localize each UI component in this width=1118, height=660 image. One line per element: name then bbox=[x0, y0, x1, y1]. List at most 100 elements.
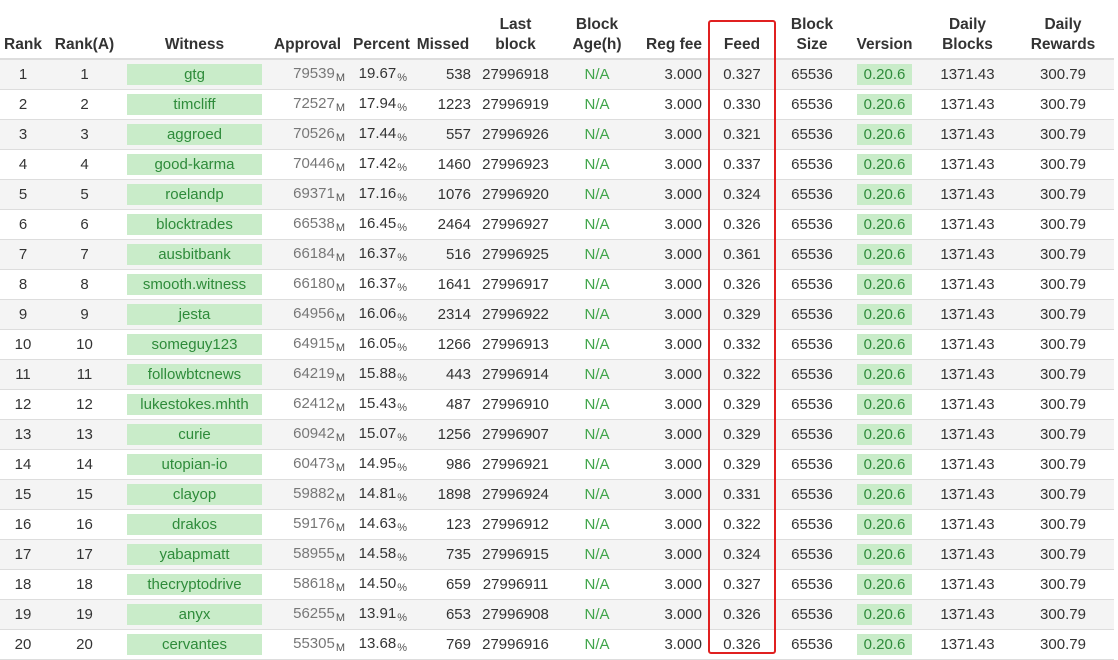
version-badge: 0.20.6 bbox=[856, 94, 913, 115]
percent-value: 15.88 bbox=[358, 365, 397, 382]
cell-version: 0.20.6 bbox=[846, 119, 923, 150]
witness-link[interactable]: anyx bbox=[127, 604, 262, 625]
witness-link[interactable]: blocktrades bbox=[127, 214, 262, 235]
percent-unit: % bbox=[397, 432, 407, 444]
cell-block-age: N/A bbox=[556, 569, 638, 600]
cell-approval: 60942M bbox=[266, 419, 349, 450]
witness-link[interactable]: followbtcnews bbox=[127, 364, 262, 385]
percent-value: 14.81 bbox=[358, 485, 397, 502]
cell-feed: 0.329 bbox=[706, 299, 778, 330]
col-header-daily-blocks[interactable]: Daily Blocks bbox=[923, 0, 1012, 60]
cell-rank: 9 bbox=[0, 299, 46, 330]
cell-block-size: 65536 bbox=[778, 569, 846, 600]
approval-value: 64956 bbox=[293, 305, 335, 322]
cell-block-age: N/A bbox=[556, 629, 638, 660]
table-row: 18 18 thecryptodrive 58618M 14.50% 659 2799691… bbox=[0, 569, 1114, 600]
cell-block-age: N/A bbox=[556, 119, 638, 150]
witness-link[interactable]: ausbitbank bbox=[127, 244, 262, 265]
table-row: 8 8 smooth.witness 66180M 16.37% 1641 27996917… bbox=[0, 269, 1114, 300]
witness-link[interactable]: someguy123 bbox=[127, 334, 262, 355]
witness-link[interactable]: good-karma bbox=[127, 154, 262, 175]
approval-unit: M bbox=[335, 612, 345, 624]
cell-rank: 20 bbox=[0, 629, 46, 660]
col-header-last-block[interactable]: Last block bbox=[475, 0, 556, 60]
witness-link[interactable]: aggroed bbox=[127, 124, 262, 145]
cell-missed: 557 bbox=[411, 119, 475, 150]
cell-rank: 14 bbox=[0, 449, 46, 480]
cell-block-size: 65536 bbox=[778, 299, 846, 330]
witness-link[interactable]: roelandp bbox=[127, 184, 262, 205]
cell-feed: 0.331 bbox=[706, 479, 778, 510]
percent-value: 14.58 bbox=[358, 545, 397, 562]
witness-link[interactable]: gtg bbox=[127, 64, 262, 85]
cell-percent: 16.06% bbox=[349, 299, 411, 330]
percent-value: 17.42 bbox=[358, 155, 397, 172]
percent-value: 15.07 bbox=[358, 425, 397, 442]
cell-approval: 69371M bbox=[266, 179, 349, 210]
version-badge: 0.20.6 bbox=[856, 454, 913, 475]
cell-missed: 1076 bbox=[411, 179, 475, 210]
witness-link[interactable]: lukestokes.mhth bbox=[127, 394, 262, 415]
col-header-daily-rewards[interactable]: Daily Rewards bbox=[1012, 0, 1114, 60]
col-header-missed[interactable]: Missed bbox=[411, 0, 475, 60]
witness-link[interactable]: jesta bbox=[127, 304, 262, 325]
percent-value: 14.95 bbox=[358, 455, 397, 472]
cell-percent: 17.44% bbox=[349, 119, 411, 150]
col-header-rank-a[interactable]: Rank(A) bbox=[46, 0, 123, 60]
approval-value: 66180 bbox=[293, 275, 335, 292]
col-header-reg-fee[interactable]: Reg fee bbox=[638, 0, 706, 60]
cell-percent: 16.45% bbox=[349, 209, 411, 240]
witness-link[interactable]: yabapmatt bbox=[127, 544, 262, 565]
witness-link[interactable]: drakos bbox=[127, 514, 262, 535]
cell-last-block: 27996910 bbox=[475, 389, 556, 420]
percent-value: 13.91 bbox=[358, 605, 397, 622]
version-badge: 0.20.6 bbox=[856, 64, 913, 85]
cell-last-block: 27996922 bbox=[475, 299, 556, 330]
cell-block-size: 65536 bbox=[778, 89, 846, 120]
col-header-approval[interactable]: Approval bbox=[266, 0, 349, 60]
table-row: 10 10 someguy123 64915M 16.05% 1266 27996913 N/… bbox=[0, 329, 1114, 360]
cell-percent: 13.91% bbox=[349, 599, 411, 630]
percent-value: 19.67 bbox=[358, 65, 397, 82]
cell-rank: 19 bbox=[0, 599, 46, 630]
cell-block-size: 65536 bbox=[778, 179, 846, 210]
percent-unit: % bbox=[397, 132, 407, 144]
witness-link[interactable]: utopian-io bbox=[127, 454, 262, 475]
witness-link[interactable]: curie bbox=[127, 424, 262, 445]
col-header-feed[interactable]: Feed bbox=[706, 0, 778, 60]
approval-unit: M bbox=[335, 522, 345, 534]
cell-last-block: 27996920 bbox=[475, 179, 556, 210]
cell-witness: thecryptodrive bbox=[123, 569, 266, 600]
cell-feed: 0.326 bbox=[706, 209, 778, 240]
cell-approval: 59176M bbox=[266, 509, 349, 540]
cell-missed: 516 bbox=[411, 239, 475, 270]
witness-link[interactable]: cervantes bbox=[127, 634, 262, 655]
col-header-percent[interactable]: Percent bbox=[349, 0, 411, 60]
cell-feed: 0.329 bbox=[706, 389, 778, 420]
cell-daily-blocks: 1371.43 bbox=[923, 209, 1012, 240]
col-header-rank[interactable]: Rank bbox=[0, 0, 46, 60]
col-header-version[interactable]: Version bbox=[846, 0, 923, 60]
col-header-block-age[interactable]: Block Age(h) bbox=[556, 0, 638, 60]
cell-feed: 0.330 bbox=[706, 89, 778, 120]
cell-daily-blocks: 1371.43 bbox=[923, 479, 1012, 510]
col-header-witness[interactable]: Witness bbox=[123, 0, 266, 60]
cell-witness: yabapmatt bbox=[123, 539, 266, 570]
cell-rank: 17 bbox=[0, 539, 46, 570]
cell-missed: 1256 bbox=[411, 419, 475, 450]
cell-block-age: N/A bbox=[556, 58, 638, 90]
cell-approval: 70526M bbox=[266, 119, 349, 150]
witness-link[interactable]: smooth.witness bbox=[127, 274, 262, 295]
percent-value: 14.63 bbox=[358, 515, 397, 532]
version-badge: 0.20.6 bbox=[856, 244, 913, 265]
witness-link[interactable]: clayop bbox=[127, 484, 262, 505]
col-header-block-size[interactable]: Block Size bbox=[778, 0, 846, 60]
cell-daily-rewards: 300.79 bbox=[1012, 58, 1114, 90]
cell-daily-blocks: 1371.43 bbox=[923, 389, 1012, 420]
witness-link[interactable]: thecryptodrive bbox=[127, 574, 262, 595]
approval-value: 58955 bbox=[293, 545, 335, 562]
witness-link[interactable]: timcliff bbox=[127, 94, 262, 115]
percent-unit: % bbox=[397, 642, 407, 654]
percent-unit: % bbox=[397, 252, 407, 264]
approval-value: 59176 bbox=[293, 515, 335, 532]
